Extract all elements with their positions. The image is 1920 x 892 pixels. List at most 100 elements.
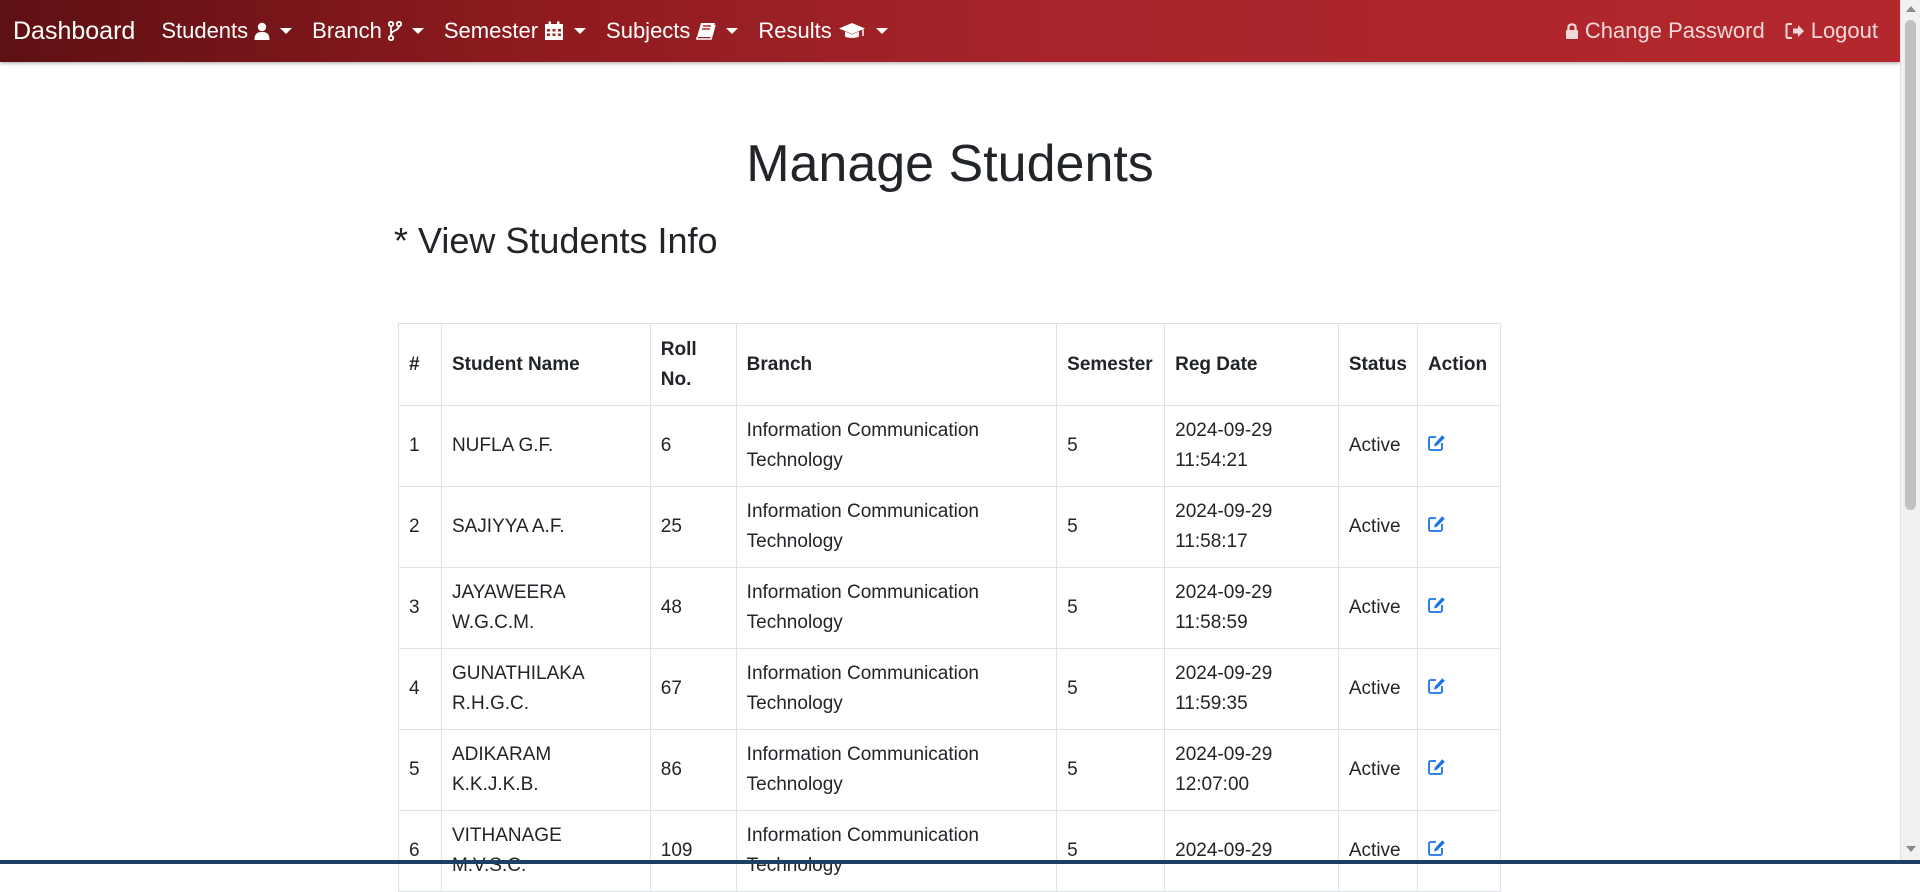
col-header-reg-date: Reg Date xyxy=(1165,324,1339,406)
branch-cell: Information Communication Technology xyxy=(736,649,1056,730)
status-cell: Active xyxy=(1338,568,1417,649)
semester-cell: 5 xyxy=(1057,649,1165,730)
calendar-icon xyxy=(544,21,564,41)
status-cell: Active xyxy=(1338,487,1417,568)
action-cell xyxy=(1417,649,1500,730)
table-row: 5ADIKARAM K.K.J.K.B.86Information Commun… xyxy=(399,730,1501,811)
semester-cell: 5 xyxy=(1057,406,1165,487)
lock-icon xyxy=(1565,22,1579,40)
branch-cell: Information Communication Technology xyxy=(736,568,1056,649)
results-menu-label: Results xyxy=(758,18,831,44)
nav-right-group: Change Password Logout xyxy=(1555,0,1888,62)
student-name-cell: ADIKARAM K.K.J.K.B. xyxy=(441,730,650,811)
edit-icon[interactable] xyxy=(1428,434,1446,451)
status-cell: Active xyxy=(1338,730,1417,811)
table-row: 4GUNATHILAKA R.H.G.C.67Information Commu… xyxy=(399,649,1501,730)
col-header-action: Action xyxy=(1417,324,1500,406)
change-password-label: Change Password xyxy=(1585,18,1765,44)
roll-no-cell: 48 xyxy=(650,568,736,649)
row-number-cell: 3 xyxy=(399,568,442,649)
reg-date-cell: 2024-09-29 11:54:21 xyxy=(1165,406,1339,487)
students-table-container: # Student Name Roll No. Branch Semester … xyxy=(398,323,1501,892)
students-menu-label: Students xyxy=(161,18,248,44)
reg-date-cell: 2024-09-29 11:58:17 xyxy=(1165,487,1339,568)
branch-cell: Information Communication Technology xyxy=(736,406,1056,487)
reg-date-cell: 2024-09-29 11:59:35 xyxy=(1165,649,1339,730)
table-row: 6VITHANAGE M.V.S.C.109Information Commun… xyxy=(399,811,1501,892)
reg-date-cell: 2024-09-29 12:07:00 xyxy=(1165,730,1339,811)
logout-label: Logout xyxy=(1811,18,1878,44)
edit-icon[interactable] xyxy=(1428,677,1446,694)
top-navbar: Dashboard Students Branch Semester Subje… xyxy=(0,0,1900,62)
row-number-cell: 6 xyxy=(399,811,442,892)
student-name-cell: NUFLA G.F. xyxy=(441,406,650,487)
section-title: * View Students Info xyxy=(394,218,718,264)
semester-cell: 5 xyxy=(1057,487,1165,568)
branch-cell: Information Communication Technology xyxy=(736,487,1056,568)
student-name-cell: SAJIYYA A.F. xyxy=(441,487,650,568)
branch-menu-label: Branch xyxy=(312,18,382,44)
col-header-number: # xyxy=(399,324,442,406)
col-header-roll-no: Roll No. xyxy=(650,324,736,406)
dashboard-link[interactable]: Dashboard xyxy=(13,17,135,46)
branch-cell: Information Communication Technology xyxy=(736,811,1056,892)
reg-date-cell: 2024-09-29 xyxy=(1165,811,1339,892)
table-row: 1NUFLA G.F.6Information Communication Te… xyxy=(399,406,1501,487)
roll-no-cell: 67 xyxy=(650,649,736,730)
scroll-down-icon[interactable] xyxy=(1906,846,1916,852)
chevron-down-icon xyxy=(412,28,424,34)
edit-icon[interactable] xyxy=(1428,758,1446,775)
status-cell: Active xyxy=(1338,649,1417,730)
edit-icon[interactable] xyxy=(1428,596,1446,613)
scroll-up-icon[interactable] xyxy=(1906,6,1916,12)
logout-link[interactable]: Logout xyxy=(1775,0,1888,62)
subjects-menu[interactable]: Subjects xyxy=(596,0,748,62)
roll-no-cell: 25 xyxy=(650,487,736,568)
vertical-scrollbar[interactable] xyxy=(1900,0,1920,864)
reg-date-cell: 2024-09-29 11:58:59 xyxy=(1165,568,1339,649)
student-name-cell: VITHANAGE M.V.S.C. xyxy=(441,811,650,892)
status-cell: Active xyxy=(1338,406,1417,487)
roll-no-cell: 109 xyxy=(650,811,736,892)
edit-icon[interactable] xyxy=(1428,839,1446,856)
roll-no-cell: 86 xyxy=(650,730,736,811)
subjects-menu-label: Subjects xyxy=(606,18,690,44)
semester-menu-label: Semester xyxy=(444,18,538,44)
col-header-branch: Branch xyxy=(736,324,1056,406)
row-number-cell: 5 xyxy=(399,730,442,811)
chevron-down-icon xyxy=(574,28,586,34)
chevron-down-icon xyxy=(726,28,738,34)
sign-out-icon xyxy=(1785,22,1805,40)
action-cell xyxy=(1417,730,1500,811)
results-menu[interactable]: Results xyxy=(748,0,897,62)
edit-icon[interactable] xyxy=(1428,515,1446,532)
student-name-cell: JAYAWEERA W.G.C.M. xyxy=(441,568,650,649)
row-number-cell: 2 xyxy=(399,487,442,568)
action-cell xyxy=(1417,811,1500,892)
book-icon xyxy=(696,22,716,40)
user-icon xyxy=(254,22,270,40)
student-name-cell: GUNATHILAKA R.H.G.C. xyxy=(441,649,650,730)
chevron-down-icon xyxy=(876,28,888,34)
table-row: 3JAYAWEERA W.G.C.M.48Information Communi… xyxy=(399,568,1501,649)
scroll-thumb[interactable] xyxy=(1905,20,1916,510)
branch-cell: Information Communication Technology xyxy=(736,730,1056,811)
students-menu[interactable]: Students xyxy=(151,0,302,62)
table-body: 1NUFLA G.F.6Information Communication Te… xyxy=(399,406,1501,892)
branch-menu[interactable]: Branch xyxy=(302,0,434,62)
change-password-link[interactable]: Change Password xyxy=(1555,0,1775,62)
semester-cell: 5 xyxy=(1057,811,1165,892)
code-branch-icon xyxy=(388,21,402,41)
col-header-semester: Semester xyxy=(1057,324,1165,406)
table-row: 2SAJIYYA A.F.25Information Communication… xyxy=(399,487,1501,568)
row-number-cell: 4 xyxy=(399,649,442,730)
bottom-edge-bar xyxy=(0,860,1920,864)
semester-cell: 5 xyxy=(1057,730,1165,811)
action-cell xyxy=(1417,406,1500,487)
semester-cell: 5 xyxy=(1057,568,1165,649)
students-table: # Student Name Roll No. Branch Semester … xyxy=(398,323,1501,892)
action-cell xyxy=(1417,487,1500,568)
semester-menu[interactable]: Semester xyxy=(434,0,596,62)
graduation-cap-icon xyxy=(838,22,866,40)
col-header-student-name: Student Name xyxy=(441,324,650,406)
